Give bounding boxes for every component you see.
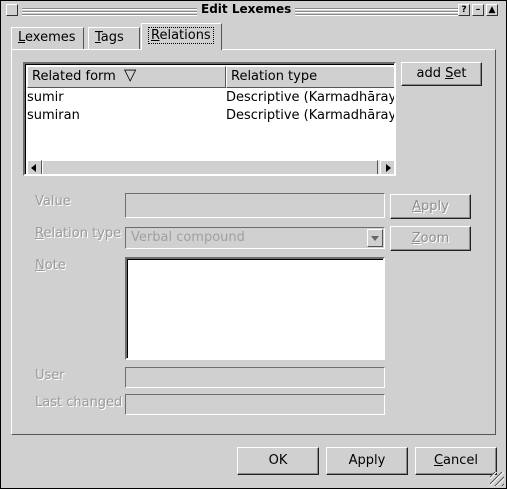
title-bar[interactable]: Edit Lexemes ? – ▲ bbox=[2, 2, 503, 17]
help-icon: ? bbox=[461, 5, 467, 15]
column-header-relation-type[interactable]: Relation type bbox=[226, 66, 394, 88]
window-title: Edit Lexemes bbox=[197, 3, 296, 16]
scroll-right-button[interactable] bbox=[380, 160, 394, 174]
scrollbar-thumb[interactable] bbox=[42, 160, 378, 174]
zoom-button[interactable]: Zoom bbox=[390, 226, 471, 251]
maximize-button[interactable]: ▲ bbox=[486, 4, 498, 16]
note-label: Note bbox=[35, 258, 66, 273]
note-label-text: ote bbox=[44, 258, 66, 273]
window-menu-button[interactable] bbox=[6, 4, 18, 16]
note-mnemonic: N bbox=[35, 258, 45, 273]
horizontal-scrollbar[interactable] bbox=[27, 160, 394, 174]
maximize-icon: ▲ bbox=[488, 5, 496, 15]
arrow-left-icon bbox=[31, 164, 36, 172]
add-set-prefix: add bbox=[416, 66, 446, 81]
column-header-related-form[interactable]: Related form ▽ bbox=[27, 65, 226, 88]
relation-type-dropdown-button[interactable] bbox=[367, 229, 383, 247]
resize-grip-icon[interactable] bbox=[490, 472, 504, 486]
relation-type-label-text: elation type bbox=[43, 226, 122, 241]
minimize-icon: – bbox=[475, 5, 481, 15]
zoom-label: oom bbox=[420, 231, 450, 246]
value-label: Value bbox=[35, 194, 71, 209]
relations-list[interactable]: Related form ▽ Relation type sumir Descr… bbox=[23, 62, 396, 176]
table-row[interactable]: sumir Descriptive (Karmadhāraya) bbox=[27, 89, 395, 107]
tab-lexemes-mnemonic: L bbox=[18, 30, 26, 45]
relation-type-cell: Descriptive (Karmadhāraya) bbox=[226, 108, 395, 123]
relation-type-cell: Descriptive (Karmadhāraya) bbox=[226, 90, 395, 105]
note-textarea[interactable] bbox=[125, 257, 385, 360]
relation-type-combobox[interactable]: Verbal compound bbox=[125, 227, 385, 249]
apply-relation-button[interactable]: Apply bbox=[390, 194, 471, 219]
minimize-button[interactable]: – bbox=[472, 4, 484, 16]
zoom-mnemonic: Z bbox=[411, 231, 421, 246]
apply-relation-mnemonic: A bbox=[412, 199, 422, 214]
tab-relations-label: elations bbox=[159, 28, 211, 43]
cancel-mnemonic: C bbox=[433, 453, 444, 468]
arrow-right-icon bbox=[386, 164, 391, 172]
chevron-down-icon bbox=[371, 236, 379, 241]
help-button[interactable]: ? bbox=[458, 4, 470, 16]
last-changed-label: Last changed bbox=[35, 395, 123, 410]
cancel-button[interactable]: Cancel bbox=[415, 447, 497, 475]
tab-lexemes-label: exemes bbox=[25, 30, 76, 45]
ok-button[interactable]: OK bbox=[237, 447, 319, 475]
add-set-label: et bbox=[453, 66, 467, 81]
column-header-label: Relation type bbox=[231, 69, 318, 84]
related-form-cell: sumiran bbox=[27, 108, 80, 123]
cancel-label: ancel bbox=[443, 453, 479, 468]
user-field bbox=[125, 367, 385, 388]
apply-relation-label: pply bbox=[421, 199, 449, 214]
scroll-left-button[interactable] bbox=[27, 160, 42, 174]
add-set-button[interactable]: add Set bbox=[401, 62, 482, 86]
relation-type-label: Relation type bbox=[35, 226, 121, 241]
last-changed-field bbox=[125, 394, 385, 415]
related-form-cell: sumir bbox=[27, 90, 64, 105]
user-label: User bbox=[35, 368, 65, 383]
tab-tags-label: ags bbox=[100, 30, 124, 45]
tab-tags[interactable]: Tags bbox=[88, 27, 140, 49]
table-row[interactable]: sumiran Descriptive (Karmadhāraya) bbox=[27, 107, 395, 125]
apply-button[interactable]: Apply bbox=[326, 447, 408, 475]
tab-relations[interactable]: Relations bbox=[141, 23, 222, 50]
column-header-label: Related form bbox=[32, 69, 116, 84]
value-field[interactable] bbox=[125, 193, 385, 218]
relation-type-selected: Verbal compound bbox=[131, 230, 245, 245]
tab-lexemes[interactable]: Lexemes bbox=[11, 27, 84, 49]
sort-descending-icon: ▽ bbox=[124, 65, 137, 84]
